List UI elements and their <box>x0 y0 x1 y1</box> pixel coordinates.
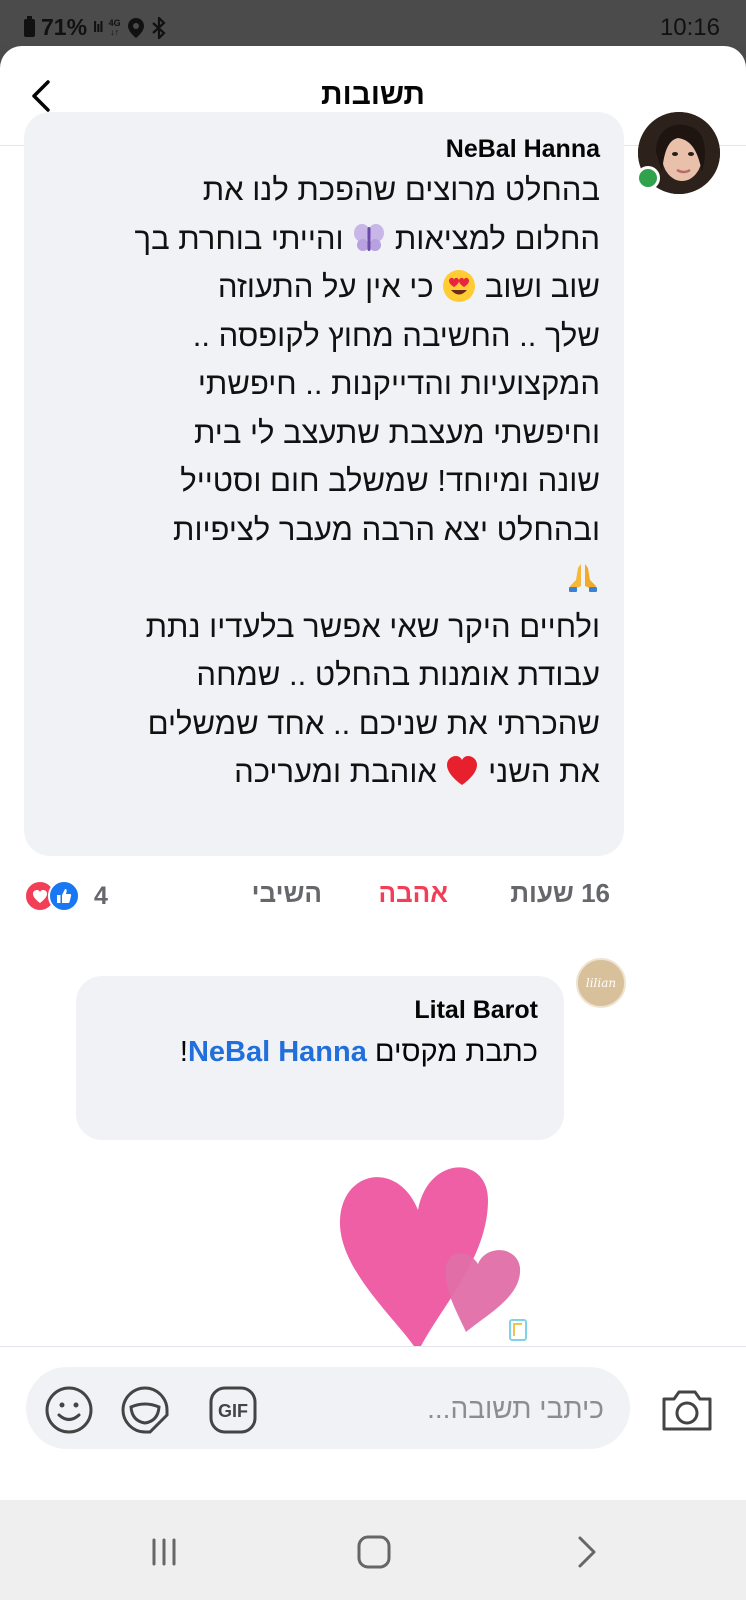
reactions-summary[interactable]: 4 <box>24 878 108 914</box>
reply-bubble[interactable]: Lital Barot כתבת מקסים NeBal Hanna! <box>76 976 564 1140</box>
battery-level: 71% <box>41 14 88 40</box>
comment-line: וחיפשתי מעצבת שתעצב לי בית <box>193 414 600 450</box>
pink-hearts-sticker[interactable] <box>338 1160 548 1356</box>
svg-text:GIF: GIF <box>218 1401 248 1421</box>
system-nav-bar <box>0 1500 746 1600</box>
comment-line: שוב ושוב כי אין על התעוזה <box>217 269 600 304</box>
page-title: תשובות <box>321 78 425 111</box>
comment-line: שלך .. החשיבה מחוץ לקופסה .. <box>192 317 600 353</box>
sticker-icon[interactable] <box>120 1385 170 1435</box>
reaction-count: 4 <box>94 881 108 910</box>
comment-line: המקצועיות והדייקנות .. חיפשתי <box>197 366 600 401</box>
camera-icon[interactable] <box>660 1387 714 1433</box>
comment-line <box>44 554 600 603</box>
comment-line: את השני אוהבת ומעריכה <box>234 754 600 789</box>
fairy-icon <box>354 223 385 251</box>
gif-icon[interactable]: GIF <box>208 1385 258 1435</box>
comment-bubble[interactable]: NeBal Hanna בהחלט מרוצים שהפכת לנו את הח… <box>24 112 624 856</box>
signal-icon: lıl <box>93 19 103 36</box>
reply-button[interactable]: השיבי <box>252 878 322 909</box>
comment-text: בהחלט מרוצים שהפכת לנו את החלום למציאות … <box>44 166 600 797</box>
reply-avatar[interactable]: lilian <box>576 958 626 1008</box>
home-icon[interactable] <box>354 1532 394 1572</box>
reply-input[interactable]: כיתבי תשובה... GIF <box>26 1367 630 1449</box>
status-icons: 71% lıl 4G ↓↑ <box>24 14 167 41</box>
back-icon[interactable] <box>566 1532 606 1572</box>
comment-line: ולחיים היקר שאי אפשר בלעדיו נתת <box>145 608 600 644</box>
reply-text: כתבת מקסים NeBal Hanna! <box>179 1036 538 1068</box>
reply-composer: כיתבי תשובה... GIF <box>0 1346 746 1454</box>
recent-apps-icon[interactable] <box>144 1532 184 1572</box>
comment-actions: 16 שעות אהבה השיבי 4 <box>0 878 746 918</box>
comment-time: 16 שעות <box>510 878 610 908</box>
clock: 10:16 <box>659 14 720 41</box>
praying-hands-emoji <box>569 564 597 592</box>
network-type: 4G ↓↑ <box>108 17 121 37</box>
heart-eyes-emoji <box>443 270 476 302</box>
battery-icon <box>24 15 35 37</box>
comment-line: בהחלט מרוצים שהפכת לנו את <box>202 172 600 207</box>
comment-line: שונה ומיוחד! שמשלב חום וסטייל <box>180 463 600 498</box>
comment-author[interactable]: NeBal Hanna <box>44 134 600 166</box>
status-bar: 71% lıl 4G ↓↑ 10:16 <box>0 0 746 46</box>
comment-line: עבודת אומנות בהחלט .. שמחה <box>196 657 600 692</box>
online-status-dot <box>636 166 660 190</box>
comment-line: ובהחלט יצא הרבה מעבר לציפיות <box>173 511 600 547</box>
bluetooth-icon <box>151 16 166 39</box>
reply-input-placeholder: כיתבי תשובה... <box>427 1393 604 1424</box>
love-button[interactable]: אהבה <box>378 878 448 909</box>
emoji-icon[interactable] <box>44 1385 94 1435</box>
avatar-logo-text: lilian <box>585 976 617 990</box>
like-reaction-icon <box>48 880 80 912</box>
mention-link[interactable]: NeBal Hanna <box>188 1036 367 1068</box>
location-icon <box>127 17 144 38</box>
reply-author[interactable]: Lital Barot <box>96 996 538 1032</box>
comment-line: שהכרתי את שניכם .. אחד שמשלים <box>147 705 600 741</box>
comment-line: החלום למציאות והייתי בוחרת בך <box>134 220 600 256</box>
red-heart-emoji <box>447 756 478 785</box>
